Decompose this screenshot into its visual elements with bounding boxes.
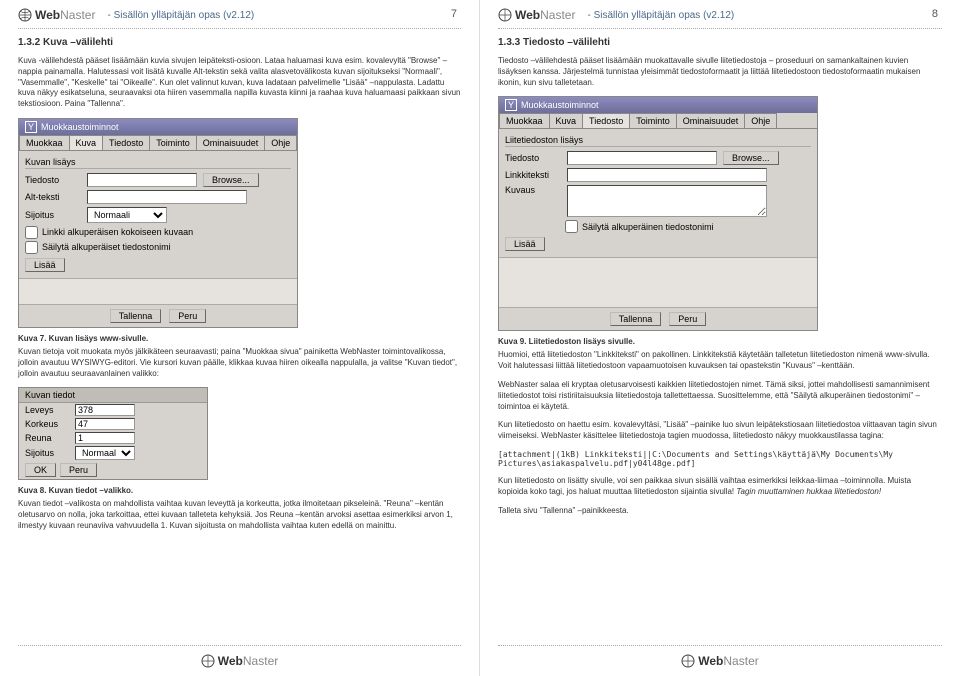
dialog-tabs: Muokkaa Kuva Tiedosto Toiminto Ominaisuu… (19, 135, 297, 151)
link-label: Linkkiteksti (505, 170, 561, 180)
file-label: Tiedosto (505, 153, 561, 163)
section-heading: 1.3.2 Kuva –välilehti (18, 37, 461, 48)
caption-8: Kuva 8. Kuvan tiedot –valikko. (18, 486, 461, 495)
doc-title: - Sisällön ylläpitäjän opas (v2.12) (107, 10, 254, 21)
chk-keep-filename[interactable] (25, 241, 38, 254)
page-header-right: WebNaster - Sisällön ylläpitäjän opas (v… (498, 8, 942, 22)
tab-kuva[interactable]: Kuva (69, 135, 104, 150)
linktext-input[interactable] (567, 168, 767, 182)
brand-logo: WebNaster (498, 8, 575, 22)
leveys-label: Leveys (25, 405, 69, 415)
paragraph: Kuvan tiedot –valikosta on mahdollista v… (18, 499, 461, 531)
caption-7: Kuva 7. Kuvan lisäys www-sivulle. (18, 334, 461, 343)
globe-icon (18, 8, 32, 22)
group-title: Liitetiedoston lisäys (505, 135, 811, 147)
tallenna-button[interactable]: Tallenna (610, 312, 662, 326)
y-badge: Y (25, 121, 37, 133)
preview-area (499, 257, 817, 307)
peru-button[interactable]: Peru (60, 463, 97, 477)
chk-keep-filename[interactable] (565, 220, 578, 233)
chk-label: Säilytä alkuperäiset tiedostonimi (42, 242, 171, 252)
leveys-input[interactable] (75, 404, 135, 416)
kuvaus-label: Kuvaus (505, 185, 561, 195)
divider (498, 28, 942, 29)
dialog-tabs: Muokkaa Kuva Tiedosto Toiminto Ominaisuu… (499, 113, 817, 129)
dialog-titlebar: Y Muokkaustoiminnot (499, 97, 817, 113)
tab-ohje[interactable]: Ohje (744, 113, 777, 128)
paragraph: Kun liitetiedosto on lisätty sivulle, vo… (498, 476, 942, 498)
ok-button[interactable]: OK (25, 463, 56, 477)
tab-ominaisuudet[interactable]: Ominaisuudet (196, 135, 266, 150)
tab-toiminto[interactable]: Toiminto (149, 135, 197, 150)
page-number-left: 7 (451, 8, 457, 20)
smalldlg-title: Kuvan tiedot (19, 388, 207, 403)
dialog-title: Muokkaustoiminnot (521, 100, 599, 110)
tab-muokkaa[interactable]: Muokkaa (19, 135, 70, 150)
paragraph: Talleta sivu "Tallenna" –painikkeesta. (498, 506, 942, 517)
tab-toiminto[interactable]: Toiminto (629, 113, 677, 128)
reuna-input[interactable] (75, 432, 135, 444)
peru-button[interactable]: Peru (169, 309, 206, 323)
browse-button[interactable]: Browse... (203, 173, 259, 187)
alt-label: Alt-teksti (25, 192, 81, 202)
dialog-title: Muokkaustoiminnot (41, 122, 119, 132)
paragraph: WebNaster salaa eli kryptaa oletusarvois… (498, 380, 942, 412)
dialog-titlebar: Y Muokkaustoiminnot (19, 119, 297, 135)
tab-kuva[interactable]: Kuva (549, 113, 584, 128)
tab-ohje[interactable]: Ohje (264, 135, 297, 150)
file-input[interactable] (567, 151, 717, 165)
caption-9: Kuva 9. Liitetiedoston lisäys sivulle. (498, 337, 942, 346)
section-heading: 1.3.3 Tiedosto –välilehti (498, 37, 942, 48)
group-title: Kuvan lisäys (25, 157, 291, 169)
y-badge: Y (505, 99, 517, 111)
tab-muokkaa[interactable]: Muokkaa (499, 113, 550, 128)
footer-logo: WebNaster (498, 654, 942, 668)
korkeus-input[interactable] (75, 418, 135, 430)
divider (18, 645, 461, 646)
sijoitus-label: Sijoitus (25, 210, 81, 220)
tab-tiedosto[interactable]: Tiedosto (582, 113, 630, 128)
tallenna-button[interactable]: Tallenna (110, 309, 162, 323)
browse-button[interactable]: Browse... (723, 151, 779, 165)
globe-icon (498, 8, 512, 22)
file-insert-dialog: Y Muokkaustoiminnot Muokkaa Kuva Tiedost… (498, 96, 818, 331)
lisaa-button[interactable]: Lisää (25, 258, 65, 272)
file-label: Tiedosto (25, 175, 81, 185)
paragraph: Kuvan tietoja voit muokata myös jälkikät… (18, 347, 461, 379)
paragraph: Tiedosto –välilehdestä pääset lisäämään … (498, 56, 942, 88)
paragraph: Huomioi, että liitetiedoston "Linkkiteks… (498, 350, 942, 372)
divider (18, 28, 461, 29)
sijoitus-label: Sijoitus (25, 448, 69, 458)
chk-label: Säilytä alkuperäinen tiedostonimi (582, 222, 714, 232)
tab-ominaisuudet[interactable]: Ominaisuudet (676, 113, 746, 128)
chk-label: Linkki alkuperäisen kokoiseen kuvaan (42, 227, 193, 237)
chk-link-original[interactable] (25, 226, 38, 239)
paragraph: Kun liitetiedosto on haettu esim. kovale… (498, 420, 942, 442)
footer-logo: WebNaster (18, 654, 461, 668)
alt-input[interactable] (87, 190, 247, 204)
korkeus-label: Korkeus (25, 419, 69, 429)
lisaa-button[interactable]: Lisää (505, 237, 545, 251)
sijoitus-select[interactable]: Normaali (75, 446, 135, 460)
globe-icon (201, 654, 215, 668)
brand-name: WebNaster (35, 8, 95, 22)
image-insert-dialog: Y Muokkaustoiminnot Muokkaa Kuva Tiedost… (18, 118, 298, 328)
page-header-left: WebNaster - Sisällön ylläpitäjän opas (v… (18, 8, 461, 22)
doc-title: - Sisällön ylläpitäjän opas (v2.12) (587, 10, 734, 21)
reuna-label: Reuna (25, 433, 69, 443)
file-input[interactable] (87, 173, 197, 187)
paragraph: Kuva -välilehdestä pääset lisäämään kuvi… (18, 56, 461, 110)
peru-button[interactable]: Peru (669, 312, 706, 326)
image-props-dialog: Kuvan tiedot Leveys Korkeus Reuna Sijoit… (18, 387, 208, 480)
brand-logo: WebNaster (18, 8, 95, 22)
divider (498, 645, 942, 646)
sijoitus-select[interactable]: Normaali (87, 207, 167, 223)
page-number-right: 8 (932, 8, 938, 20)
brand-name: WebNaster (515, 8, 575, 22)
kuvaus-textarea[interactable] (567, 185, 767, 217)
tab-tiedosto[interactable]: Tiedosto (102, 135, 150, 150)
globe-icon (681, 654, 695, 668)
code-sample: [attachment|(1kB) Linkkiteksti||C:\Docum… (498, 450, 942, 468)
preview-area (19, 278, 297, 304)
